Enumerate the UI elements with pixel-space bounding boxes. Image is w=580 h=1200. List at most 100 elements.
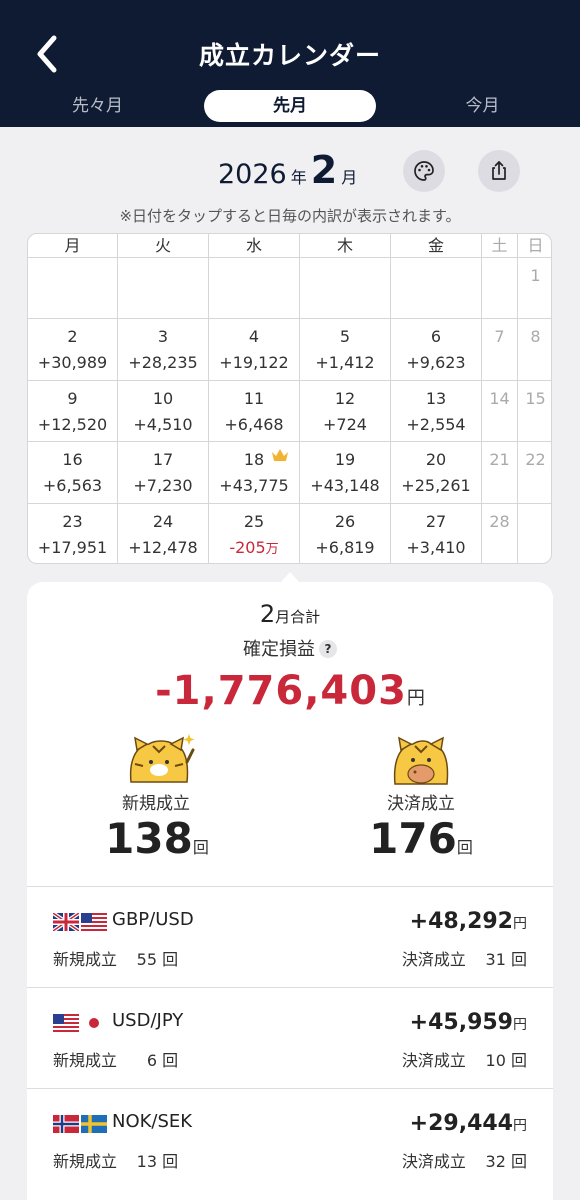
total-pl-yen: 円 [406, 688, 425, 709]
pair-settle-orders: 決済成立 32 回 [402, 1148, 527, 1172]
pair-flags [53, 1114, 107, 1134]
pair-pl-amount: +48,292 [409, 909, 513, 934]
share-button[interactable] [478, 150, 520, 192]
calendar-day-cell[interactable]: 27 +3,410 [391, 503, 482, 563]
calendar-day-cell[interactable]: 18 +43,775 [209, 442, 300, 504]
day-pl-value: +9,623 [391, 353, 481, 373]
day-pl-amount: +12,520 [37, 414, 108, 434]
day-pl-value: +12,520 [28, 415, 117, 435]
day-number: 24 [152, 511, 174, 531]
weekday-header-cell: 日 [527, 236, 544, 255]
calendar-day-cell[interactable]: 4 +19,122 [209, 319, 300, 381]
pair-pl: +45,959円 [410, 1010, 527, 1035]
day-pl-value: +3,410 [391, 538, 481, 558]
calendar-day-cell: 1 [518, 258, 551, 320]
calendar-empty-cell [482, 258, 518, 320]
monthly-summary-card: 2月合計 確定損益? -1,776,403円 新規成立 決済成立 138回 17… [27, 582, 553, 1200]
calendar-day-cell[interactable]: 9 +12,520 [28, 380, 118, 443]
settle-orders-count: 176回 [321, 814, 521, 863]
day-pl-value: +6,468 [209, 415, 299, 435]
currency-pair-row[interactable]: NOK/SEK +29,444円 新規成立 13 回 決済成立 32 回 [27, 1088, 553, 1189]
day-number: 11 [243, 388, 265, 408]
day-number: 9 [67, 388, 78, 408]
pair-new-unit: 回 [162, 1051, 179, 1070]
tab-two-months-ago[interactable]: 先々月 [40, 90, 155, 122]
help-icon[interactable]: ? [319, 640, 337, 658]
day-pl-amount: -205 [229, 537, 266, 557]
tab-this-month[interactable]: 今月 [425, 90, 540, 122]
currency-pair-row[interactable]: USD/JPY +45,959円 新規成立 6 回 決済成立 10 回 [27, 987, 553, 1088]
pair-new-label: 新規成立 [53, 950, 118, 969]
day-pl-value: +43,148 [300, 476, 390, 496]
weekday-header-cell: 月 [28, 234, 118, 258]
tiger-mascot-piggybank-icon [393, 736, 449, 785]
day-pl-amount: +19,122 [219, 353, 289, 373]
total-pl-amount: -1,776,403 [155, 668, 407, 714]
pair-new-orders: 新規成立 6 回 [53, 1047, 178, 1071]
new-orders-number: 138 [105, 814, 193, 863]
calendar-day-cell[interactable]: 25 -205万 [209, 503, 300, 563]
calendar-day-cell[interactable]: 13 +2,554 [391, 380, 482, 443]
pair-pl-yen: 円 [513, 1118, 527, 1134]
calendar-day-cell[interactable]: 3 +28,235 [118, 319, 209, 381]
weekday-header: 月火水木金土日 [28, 234, 551, 258]
day-pl-value: +30,989 [28, 353, 117, 373]
share-icon [492, 161, 506, 180]
day-number: 12 [334, 388, 356, 408]
day-number: 22 [525, 450, 546, 470]
new-orders-label: 新規成立 [122, 794, 190, 814]
uk-flag-icon [53, 913, 79, 931]
day-pl-value: +2,554 [391, 415, 481, 435]
day-pl-value: +6,819 [300, 538, 390, 558]
tab-last-month[interactable]: 先月 [204, 90, 376, 122]
calendar-grid: 月火水木金土日 1 2 +30,989 3 +28,235 4 +19,122 5 +1,412… [27, 233, 552, 564]
pair-settle-orders: 決済成立 10 回 [402, 1047, 527, 1071]
calendar-day-cell[interactable]: 17 +7,230 [118, 442, 209, 504]
calendar-day-cell[interactable]: 26 +6,819 [300, 503, 391, 563]
day-pl-amount: +12,478 [128, 537, 198, 557]
pair-settle-unit: 回 [510, 1152, 527, 1171]
calendar-day-cell[interactable]: 5 +1,412 [300, 319, 391, 381]
day-pl-amount: +7,230 [133, 476, 193, 496]
pair-settle-count: 32 [485, 1152, 506, 1171]
day-pl-amount: +2,554 [406, 414, 466, 434]
calendar-day-cell[interactable]: 24 +12,478 [118, 503, 209, 563]
no-flag-icon [53, 1115, 79, 1133]
palette-button[interactable] [403, 150, 445, 192]
total-pl: -1,776,403円 [27, 668, 553, 714]
day-number: 6 [430, 327, 442, 347]
day-number: 10 [152, 388, 174, 408]
calendar-day-cell: 28 [482, 503, 518, 563]
calendar-day-cell[interactable]: 12 +724 [300, 380, 391, 443]
calendar-day-cell[interactable]: 2 +30,989 [28, 319, 118, 381]
day-pl-amount: +43,148 [310, 476, 380, 496]
weekday-header-cell: 水 [209, 234, 300, 258]
pair-settle-label: 決済成立 [401, 950, 466, 969]
day-pl-amount: +30,989 [37, 353, 108, 373]
calendar-day-cell[interactable]: 6 +9,623 [391, 319, 482, 381]
calendar-day-cell: 21 [482, 442, 518, 504]
calendar-day-cell[interactable]: 10 +4,510 [118, 380, 209, 443]
calendar-day-cell[interactable]: 23 +17,951 [28, 503, 118, 563]
day-pl-amount: +43,775 [219, 476, 289, 496]
calendar-day-cell[interactable]: 16 +6,563 [28, 442, 118, 504]
calendar-empty-cell [28, 258, 118, 320]
summary-month-total-label: 月合計 [275, 608, 321, 626]
pair-new-count: 55 [136, 950, 158, 969]
pair-new-unit: 回 [162, 1152, 179, 1171]
calendar-day-cell[interactable]: 20 +25,261 [391, 442, 482, 504]
year-unit: 年 [290, 168, 307, 187]
day-pl-value: +1,412 [300, 353, 390, 373]
day-pl-value: +28,235 [118, 353, 208, 373]
calendar-day-cell: 7 [482, 319, 518, 381]
day-pl-value: -205万 [209, 538, 299, 558]
calendar-day-cell[interactable]: 11 +6,468 [209, 380, 300, 443]
confirmed-pl-label: 確定損益? [27, 635, 553, 661]
day-number: 5 [339, 327, 351, 347]
crown-icon [272, 449, 288, 462]
day-number: 27 [425, 511, 447, 531]
currency-pair-row[interactable]: GBP/USD +48,292円 新規成立 55 回 決済成立 31 回 [27, 886, 553, 987]
calendar-day-cell[interactable]: 19 +43,148 [300, 442, 391, 504]
day-pl-unit: 万 [265, 541, 279, 557]
pair-pl: +48,292円 [410, 909, 527, 934]
